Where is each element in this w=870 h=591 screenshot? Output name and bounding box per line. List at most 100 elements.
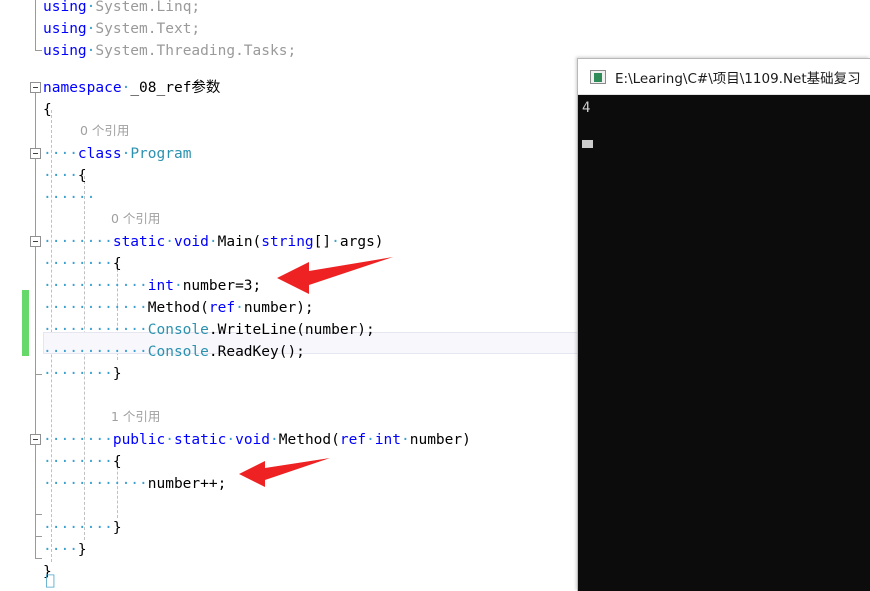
- code-token-dim: System.Threading.Tasks;: [95, 43, 297, 59]
- fold-rail-usings-foot: [35, 50, 42, 51]
- code-token-brace: {: [112, 454, 122, 470]
- code-token-ws: ····: [43, 146, 78, 162]
- code-token-kw: static: [112, 234, 166, 250]
- code-line[interactable]: ········public·static·void·Method(ref·in…: [43, 429, 471, 451]
- fold-toggle-class[interactable]: [30, 148, 41, 159]
- code-token-kw: class: [77, 146, 122, 162]
- code-line[interactable]: ····class·Program: [43, 143, 191, 165]
- code-line[interactable]: ············Console.ReadKey();: [43, 341, 305, 363]
- fold-toggle-namespace[interactable]: [30, 82, 41, 93]
- code-token-ws: ············: [43, 476, 148, 492]
- code-token-ws: ············: [43, 322, 148, 338]
- codelens-reference-count[interactable]: 0 个引用: [80, 122, 129, 140]
- code-line[interactable]: ····{: [43, 165, 87, 187]
- code-token-plain: Method(: [147, 300, 209, 316]
- code-token-plain: args): [339, 234, 384, 250]
- code-token-plain: _08_ref参数: [130, 80, 221, 96]
- code-line[interactable]: ········}: [43, 363, 122, 385]
- code-token-plain: number=3;: [182, 278, 262, 294]
- code-token-dim: System.Text;: [95, 21, 201, 37]
- code-token-dim: System.Linq;: [95, 0, 201, 15]
- code-token-brace: {: [77, 168, 87, 184]
- code-token-ws: ············: [43, 344, 148, 360]
- code-token-ws: ·: [173, 278, 183, 294]
- code-token-ws: ······: [43, 190, 96, 206]
- fold-rail-class-foot: [35, 536, 42, 537]
- code-token-ws: ····: [43, 168, 78, 184]
- code-line[interactable]: ············number++;: [43, 473, 226, 495]
- code-token-brace: {: [112, 256, 122, 272]
- code-token-ws: ·: [165, 234, 174, 250]
- fold-toggle-main[interactable]: [30, 236, 41, 247]
- code-line[interactable]: namespace·_08_ref参数: [43, 77, 220, 99]
- code-line[interactable]: ········}: [43, 517, 122, 539]
- code-token-kw: void: [235, 432, 271, 448]
- code-token-ws: ········: [43, 256, 113, 272]
- code-line[interactable]: ······: [43, 187, 95, 209]
- code-line[interactable]: ········static·void·Main(string[]·args): [43, 231, 384, 253]
- code-token-kw: using: [43, 0, 87, 15]
- code-line[interactable]: ········{: [43, 451, 122, 473]
- code-token-plain: number): [409, 432, 471, 448]
- code-token-kw: ref: [208, 300, 236, 316]
- code-token-kw: ref: [339, 432, 367, 448]
- code-line[interactable]: {: [43, 99, 52, 121]
- code-token-plain: number);: [243, 300, 314, 316]
- code-token-plain: []: [313, 234, 332, 250]
- code-token-ws: ·: [226, 432, 236, 448]
- fold-toggle-method[interactable]: [30, 434, 41, 445]
- code-token-kw: public: [112, 432, 166, 448]
- console-title-text: E:\Learing\C#\项目\1109.Net基础复习: [615, 70, 861, 87]
- code-token-ws: ·: [121, 80, 131, 96]
- code-token-ws: ········: [43, 366, 113, 382]
- code-line[interactable]: ····}: [43, 539, 87, 561]
- code-line[interactable]: ········{: [43, 253, 122, 275]
- code-token-kw: static: [173, 432, 227, 448]
- code-token-cls: Console: [147, 322, 209, 338]
- code-token-brace: }: [77, 542, 87, 558]
- console-body[interactable]: 4: [578, 95, 870, 591]
- code-token-plain: Method(: [278, 432, 340, 448]
- code-line[interactable]: ············Method(ref·number);: [43, 297, 314, 319]
- code-token-ws: ····: [43, 542, 78, 558]
- code-token-plain: .WriteLine(number);: [208, 322, 375, 338]
- console-cursor: [582, 140, 593, 148]
- fold-rail-method-foot: [35, 514, 42, 515]
- code-line[interactable]: ············int·number=3;: [43, 275, 261, 297]
- console-output-text: 4: [582, 100, 591, 116]
- code-token-ws: ········: [43, 432, 113, 448]
- fold-rail-main-method: [35, 242, 36, 374]
- code-token-kw: int: [374, 432, 401, 448]
- codelens-reference-count[interactable]: 1 个引用: [111, 408, 160, 426]
- code-token-ws: ·: [366, 432, 375, 448]
- codelens-reference-count[interactable]: 0 个引用: [111, 210, 160, 228]
- fold-rail-namespace-foot: [35, 558, 42, 559]
- code-line[interactable]: using·System.Linq;: [43, 0, 200, 18]
- code-line[interactable]: using·System.Text;: [43, 18, 200, 40]
- code-token-ws: ·: [208, 234, 218, 250]
- code-token-ws: ·: [165, 432, 174, 448]
- code-token-ws: ········: [43, 234, 113, 250]
- arrow-pointing-number-increment: [239, 458, 330, 487]
- code-token-plain: .ReadKey();: [208, 344, 305, 360]
- code-token-plain: Main(: [217, 234, 262, 250]
- change-bar: [22, 290, 29, 356]
- code-token-kw: using: [43, 21, 87, 37]
- code-token-plain: number++;: [147, 476, 227, 492]
- code-token-cls: Program: [130, 146, 192, 162]
- code-token-kw: using: [43, 43, 87, 59]
- fold-rail-usings: [35, 0, 36, 50]
- code-token-ws: ············: [43, 300, 148, 316]
- console-app-icon: [590, 69, 606, 84]
- end-of-file-glyph: ⎕: [46, 574, 55, 590]
- code-token-kw: string: [261, 234, 314, 250]
- code-token-kw: void: [173, 234, 209, 250]
- code-token-kw: namespace: [43, 80, 122, 96]
- fold-rail-main-method-foot: [35, 374, 42, 375]
- code-token-ws: ·: [401, 432, 410, 448]
- code-token-ws: ·: [235, 300, 244, 316]
- console-titlebar[interactable]: E:\Learing\C#\项目\1109.Net基础复习: [578, 59, 870, 95]
- console-window[interactable]: E:\Learing\C#\项目\1109.Net基础复习 4: [577, 58, 870, 591]
- code-line[interactable]: ············Console.WriteLine(number);: [43, 319, 375, 341]
- code-line[interactable]: using·System.Threading.Tasks;: [43, 40, 296, 62]
